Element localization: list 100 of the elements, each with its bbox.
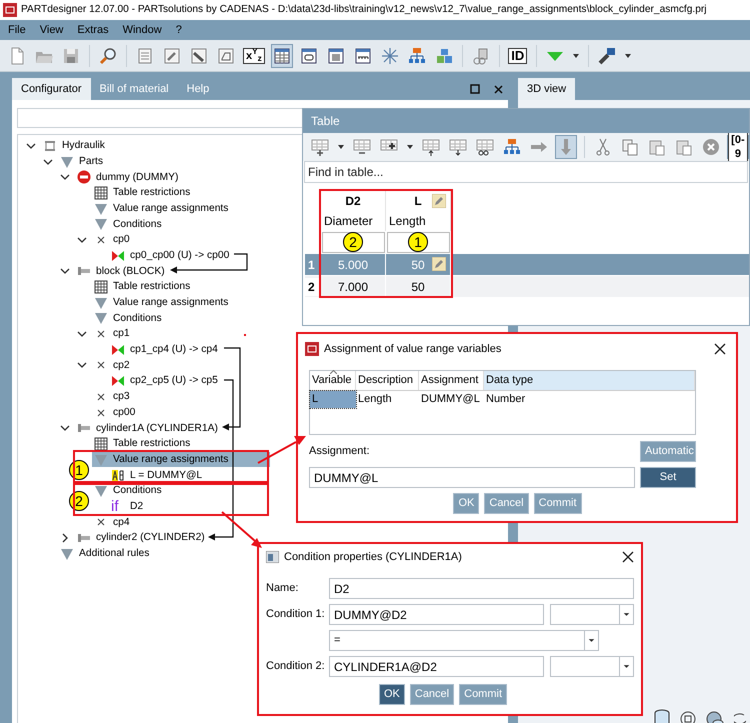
- set-button[interactable]: Set: [640, 467, 696, 488]
- menu-item[interactable]: Window: [116, 22, 169, 38]
- condition-field[interactable]: CYLINDER1A@D2: [329, 656, 544, 677]
- expand-icon[interactable]: [43, 156, 53, 167]
- table-cell-text: 50: [411, 256, 425, 274]
- triangle-icon: [94, 202, 108, 216]
- column-description: Diameter: [324, 213, 373, 230]
- condition-field[interactable]: DUMMY@D2: [329, 604, 544, 625]
- menu-item[interactable]: ?: [168, 22, 189, 38]
- window-title: Table: [311, 113, 340, 130]
- tree-item[interactable]: cp1: [92, 326, 130, 342]
- column-header[interactable]: Data type: [484, 371, 695, 390]
- tree-item[interactable]: dummy (DUMMY): [75, 169, 178, 186]
- table-cell-text: 5.000: [338, 256, 368, 274]
- tree-item[interactable]: cp0_cp00 (U) -> cp00: [109, 248, 230, 264]
- filter-field[interactable]: [322, 232, 385, 252]
- tree-item[interactable]: Table restrictions: [92, 279, 190, 295]
- tree-item[interactable]: cylinder2 (CYLINDER2): [75, 530, 205, 546]
- close-icon[interactable]: [494, 84, 503, 94]
- table-cell-text: 7.000: [338, 278, 368, 296]
- tree-item[interactable]: Hydraulik: [41, 138, 105, 154]
- column-description: Length: [389, 213, 426, 230]
- table-icon[interactable]: [270, 44, 293, 68]
- table-cell-text: Length: [357, 392, 393, 408]
- callout-badge: 1: [408, 232, 428, 252]
- filter-field[interactable]: [387, 232, 450, 252]
- close-icon[interactable]: [622, 551, 634, 563]
- table-row[interactable]: 2 7.000 50: [305, 276, 749, 297]
- tree-item[interactable]: L = DUMMY@L: [109, 467, 202, 484]
- close-icon[interactable]: [714, 343, 726, 355]
- triangle-icon: [60, 546, 74, 561]
- tree-item[interactable]: Conditions: [92, 310, 162, 326]
- menu-item[interactable]: View: [32, 22, 70, 38]
- sort-icon: [330, 370, 337, 374]
- callout-badge: 2: [69, 491, 89, 512]
- pencil-icon[interactable]: [432, 194, 446, 208]
- field-label: Assignment:: [309, 444, 370, 459]
- assignment-field[interactable]: DUMMY@L: [309, 467, 635, 488]
- tree-item[interactable]: Additional rules: [58, 546, 150, 562]
- dialog-title: Assignment of value range variables: [324, 342, 502, 357]
- search-field[interactable]: Find in table...: [304, 161, 748, 183]
- tree-item[interactable]: Value range assignments: [92, 200, 228, 216]
- app-icon: [3, 3, 17, 17]
- tree-item[interactable]: cp1_cp4 (U) -> cp4: [109, 342, 218, 358]
- tree-item[interactable]: cp3: [92, 389, 130, 405]
- bowtie-icon: [111, 342, 125, 357]
- dropdown[interactable]: =: [329, 630, 599, 651]
- field-label: Condition 1:: [266, 607, 326, 622]
- tree-item[interactable]: Parts: [58, 154, 104, 170]
- expand-icon[interactable]: [60, 266, 70, 276]
- dialog-button[interactable]: OK: [378, 684, 405, 705]
- tree-item[interactable]: cp0: [92, 232, 130, 248]
- maximize-icon[interactable]: [470, 84, 480, 94]
- table-icon: [94, 280, 108, 294]
- menu-item[interactable]: Extras: [70, 22, 116, 38]
- row-number: 1: [307, 256, 316, 274]
- column-header[interactable]: Description: [356, 371, 419, 390]
- tree-item[interactable]: cp4: [92, 514, 130, 530]
- expand-icon[interactable]: [60, 533, 70, 544]
- menu-item[interactable]: File: [1, 22, 33, 38]
- tree-item[interactable]: Table restrictions: [92, 185, 190, 201]
- number-range-button[interactable]: [0-9: [726, 135, 749, 159]
- fit-view-icon[interactable]: [680, 711, 696, 723]
- tab[interactable]: Configurator: [12, 78, 91, 100]
- tree-item[interactable]: cylinder1A (CYLINDER1A): [75, 420, 218, 436]
- tree-item[interactable]: Value range assignments: [92, 294, 228, 311]
- triangle-icon: [94, 217, 108, 232]
- app-icon: [305, 342, 319, 356]
- expand-icon[interactable]: [60, 172, 70, 182]
- triangle-icon: [94, 311, 108, 326]
- tree-item[interactable]: cp2_cp5 (U) -> cp5: [109, 373, 218, 389]
- tree-item[interactable]: cp2: [92, 358, 130, 374]
- expand-icon[interactable]: [26, 140, 36, 151]
- expand-icon[interactable]: [77, 329, 87, 340]
- bowtie-icon: [111, 248, 125, 263]
- expand-icon[interactable]: [60, 423, 70, 434]
- tree-item[interactable]: Conditions: [92, 216, 162, 232]
- tree-item[interactable]: block (BLOCK): [75, 264, 165, 280]
- triangle-icon: [94, 452, 108, 467]
- name-field[interactable]: D2: [329, 578, 634, 599]
- tree-item[interactable]: if D2: [109, 498, 144, 514]
- tree-item[interactable]: Table restrictions: [92, 436, 190, 452]
- pencil-icon[interactable]: [432, 257, 446, 271]
- table-cell: L: [310, 391, 356, 408]
- rotate-icon[interactable]: [734, 711, 746, 723]
- triangle-icon: [60, 154, 74, 169]
- bowtie-icon: [111, 374, 125, 388]
- no-entry-icon: [77, 170, 91, 184]
- expand-icon[interactable]: [77, 360, 87, 370]
- cylinder-icon[interactable]: [654, 709, 670, 723]
- tree-item[interactable]: cp00: [92, 404, 136, 420]
- expand-icon[interactable]: [77, 234, 87, 245]
- triangle-icon: [94, 296, 108, 310]
- tree-item[interactable]: Value range assignments: [92, 452, 270, 468]
- assembly-icon: [43, 138, 57, 153]
- tree-item[interactable]: Conditions: [92, 483, 162, 499]
- column-name: D2: [345, 193, 361, 210]
- tab[interactable]: 3D view: [518, 78, 576, 100]
- field-label: Condition 2:: [266, 659, 326, 674]
- window-title: PARTdesigner 12.07.00 - PARTsolutions by CADENAS - D:\data\23d-libs\training\v12_news\v12_7\value_range_assignments\block_cylinder_asmcfg.prj: [21, 3, 707, 18]
